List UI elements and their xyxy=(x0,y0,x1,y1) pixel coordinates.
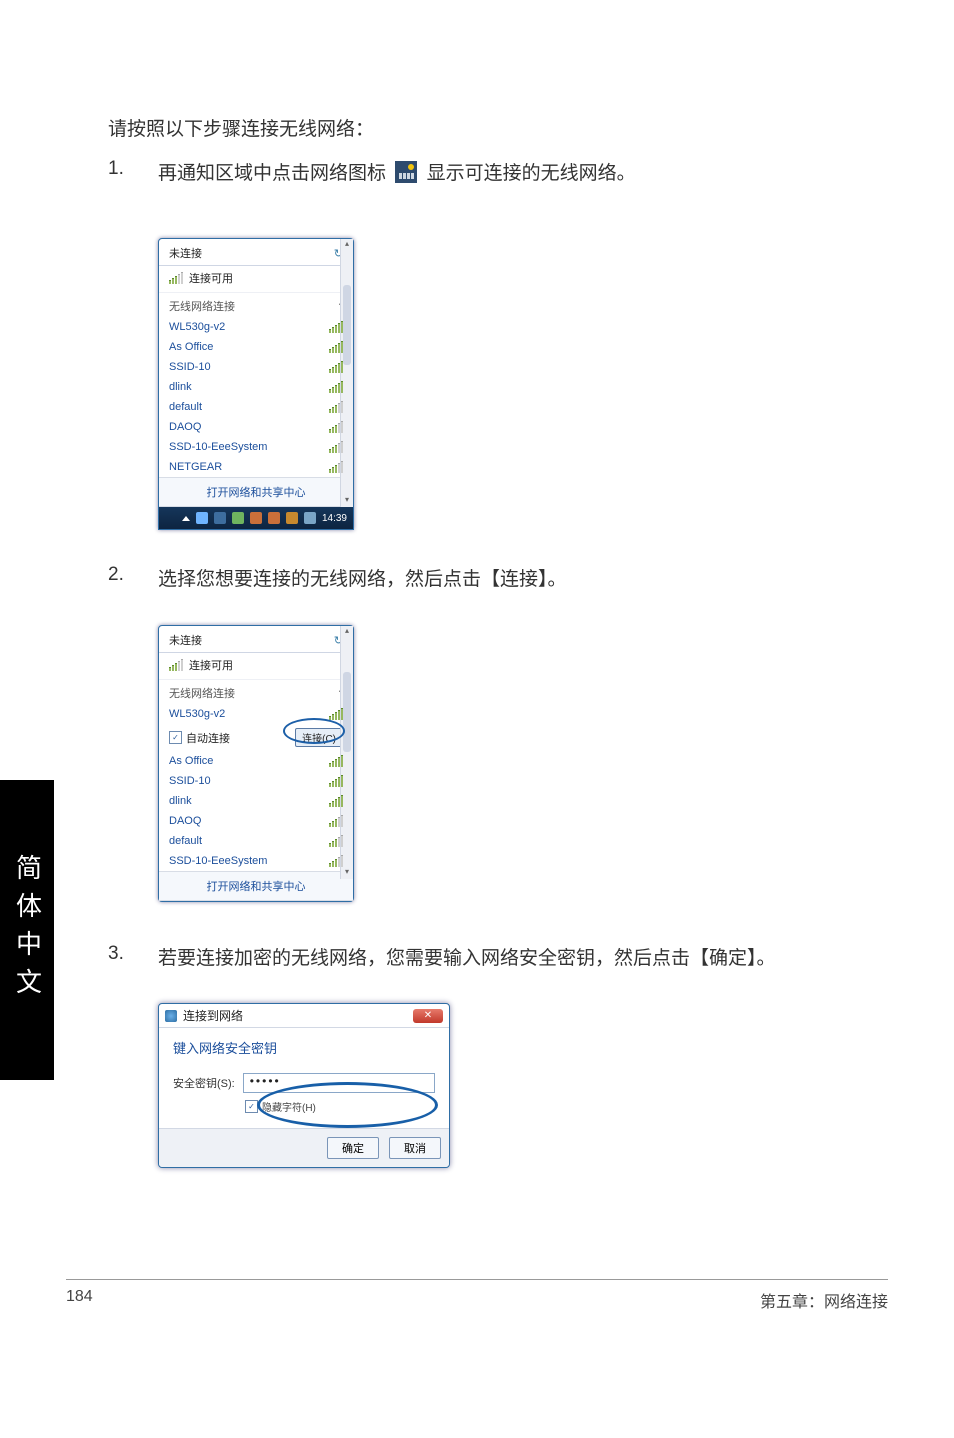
cancel-button[interactable]: 取消 xyxy=(389,1137,441,1159)
hide-chars-label: 隐藏字符(H) xyxy=(262,1099,316,1114)
dialog-prompt: 键入网络安全密钥 xyxy=(173,1038,435,1057)
ssid-label: WL530g-v2 xyxy=(169,321,225,333)
auto-connect-row: ✓ 自动连接 连接(C) xyxy=(159,724,353,751)
signal-icon xyxy=(329,421,343,433)
open-network-center-link[interactable]: 打开网络和共享中心 xyxy=(159,477,353,507)
page-number: 184 xyxy=(66,1288,93,1306)
connections-available-label: 连接可用 xyxy=(189,657,233,673)
taskbar: 14:39 xyxy=(159,507,353,529)
status-not-connected: 未连接 xyxy=(169,245,202,261)
signal-icon xyxy=(169,272,183,284)
side-tab-label: 简体中文 xyxy=(9,854,46,1006)
step-3-number: 3. xyxy=(108,943,124,965)
network-item[interactable]: DAOQ xyxy=(159,417,353,437)
signal-icon xyxy=(329,461,343,473)
network-item[interactable]: dlink xyxy=(159,791,353,811)
connect-button[interactable]: 连接(C) xyxy=(295,728,343,747)
ssid-label: DAOQ xyxy=(169,815,201,827)
network-item[interactable]: dlink xyxy=(159,377,353,397)
open-network-center-link[interactable]: 打开网络和共享中心 xyxy=(159,871,353,901)
tray-icon[interactable] xyxy=(250,512,262,524)
signal-icon xyxy=(329,401,343,413)
connections-available-label: 连接可用 xyxy=(189,270,233,286)
ssid-label: WL530g-v2 xyxy=(169,708,225,720)
step-1-pre: 再通知区域中点击网络图标 xyxy=(158,163,386,184)
signal-icon xyxy=(329,361,343,373)
ssid-label: As Office xyxy=(169,755,213,767)
ssid-label: NETGEAR xyxy=(169,461,222,473)
side-language-tab: 简体中文 xyxy=(0,780,54,1080)
wifi-list-popup-1: ▴▾ 未连接 ↻ 连接可用 无线网络连接 ▴ WL530g-v2 As Offi… xyxy=(158,238,354,530)
intro-text: 请按照以下步骤连接无线网络： xyxy=(108,116,374,145)
network-tray-icon xyxy=(395,161,417,183)
ssid-label: default xyxy=(169,401,202,413)
signal-icon xyxy=(329,795,343,807)
network-item[interactable]: WL530g-v2 xyxy=(159,317,353,337)
ssid-label: SSID-10 xyxy=(169,775,211,787)
monitor-icon[interactable] xyxy=(214,512,226,524)
clock[interactable]: 14:39 xyxy=(322,513,347,524)
signal-icon xyxy=(329,815,343,827)
signal-icon xyxy=(329,855,343,867)
network-item[interactable]: SSD-10-EeeSystem xyxy=(159,851,353,871)
signal-icon xyxy=(329,775,343,787)
ssid-label: SSID-10 xyxy=(169,361,211,373)
ssid-label: SSD-10-EeeSystem xyxy=(169,441,267,453)
ok-button[interactable]: 确定 xyxy=(327,1137,379,1159)
network-item[interactable]: default xyxy=(159,831,353,851)
network-item[interactable]: As Office xyxy=(159,337,353,357)
signal-icon xyxy=(329,835,343,847)
ssid-label: DAOQ xyxy=(169,421,201,433)
signal-icon xyxy=(329,708,343,720)
auto-connect-checkbox[interactable]: ✓ xyxy=(169,731,182,744)
signal-icon xyxy=(329,381,343,393)
security-key-label: 安全密钥(S): xyxy=(173,1075,235,1091)
step-1-text: 再通知区域中点击网络图标 显示可连接的无线网络。 xyxy=(158,158,636,185)
auto-connect-label: 自动连接 xyxy=(186,730,230,746)
network-item[interactable]: SSID-10 xyxy=(159,771,353,791)
tray-icon[interactable] xyxy=(268,512,280,524)
step-1-post: 显示可连接的无线网络。 xyxy=(427,163,636,184)
signal-icon xyxy=(329,755,343,767)
ssid-label: As Office xyxy=(169,341,213,353)
wifi-list-popup-2: ▴▾ 未连接 ↻ 连接可用 无线网络连接 ▴ WL530g-v2 ✓ 自动连接 … xyxy=(158,625,354,902)
ssid-label: dlink xyxy=(169,795,192,807)
network-item[interactable]: NETGEAR xyxy=(159,457,353,477)
ssid-label: SSD-10-EeeSystem xyxy=(169,855,267,867)
shield-icon xyxy=(165,1010,177,1022)
ssid-label: default xyxy=(169,835,202,847)
dialog-title: 连接到网络 xyxy=(183,1007,243,1024)
signal-icon xyxy=(329,441,343,453)
security-key-dialog: 连接到网络 ✕ 键入网络安全密钥 安全密钥(S): ••••• ✓ 隐藏字符(H… xyxy=(158,1003,450,1168)
volume-icon[interactable] xyxy=(304,512,316,524)
chapter-label: 第五章：网络连接 xyxy=(760,1288,888,1312)
footer-rule xyxy=(66,1279,888,1280)
network-item-selected[interactable]: WL530g-v2 xyxy=(159,704,353,724)
network-icon[interactable] xyxy=(286,512,298,524)
network-item[interactable]: As Office xyxy=(159,751,353,771)
close-button[interactable]: ✕ xyxy=(413,1009,443,1023)
signal-icon xyxy=(329,321,343,333)
action-center-icon[interactable] xyxy=(232,512,244,524)
signal-icon xyxy=(329,341,343,353)
status-not-connected: 未连接 xyxy=(169,632,202,648)
wireless-section-header: 无线网络连接 xyxy=(169,685,235,701)
network-item[interactable]: default xyxy=(159,397,353,417)
wireless-section-header: 无线网络连接 xyxy=(169,298,235,314)
signal-icon xyxy=(169,659,183,671)
step-3-text: 若要连接加密的无线网络，您需要输入网络安全密钥，然后点击【确定】。 xyxy=(158,943,776,970)
network-item[interactable]: DAOQ xyxy=(159,811,353,831)
tray-overflow-icon[interactable] xyxy=(182,516,190,521)
security-key-input[interactable]: ••••• xyxy=(243,1073,435,1093)
network-item[interactable]: SSID-10 xyxy=(159,357,353,377)
hide-chars-checkbox[interactable]: ✓ xyxy=(245,1100,258,1113)
bluetooth-icon[interactable] xyxy=(196,512,208,524)
step-2-number: 2. xyxy=(108,564,124,586)
step-2-text: 选择您想要连接的无线网络，然后点击【连接】。 xyxy=(158,564,567,591)
ssid-label: dlink xyxy=(169,381,192,393)
network-item[interactable]: SSD-10-EeeSystem xyxy=(159,437,353,457)
step-1-number: 1. xyxy=(108,158,124,180)
